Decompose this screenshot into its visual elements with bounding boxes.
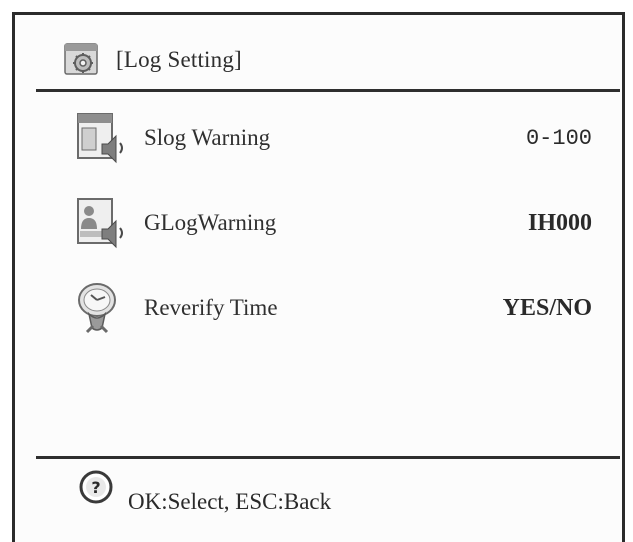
header-divider (36, 89, 620, 92)
slog-warning-icon (77, 113, 123, 164)
reverify-time-icon (78, 283, 116, 334)
header: [Log Setting] (62, 40, 242, 80)
menu-item-value: YES/NO (502, 294, 592, 321)
menu-item-value: 0-100 (525, 125, 592, 151)
menu-item-value: IH000 (527, 209, 592, 236)
svg-text:?: ? (91, 478, 100, 497)
menu-item-reverify-time[interactable]: Reverify Time YES/NO (72, 280, 592, 336)
menu-item-label: GLogWarning (144, 210, 277, 235)
footer: ? OK:Select, ESC:Back (78, 470, 331, 520)
footer-divider (36, 456, 620, 459)
help-icon: ? (79, 470, 113, 504)
menu-item-label: Reverify Time (144, 295, 278, 320)
menu-item-slog-warning[interactable]: Slog Warning 0-100 (72, 110, 592, 166)
log-setting-icon (64, 43, 98, 75)
menu-item-label: Slog Warning (144, 125, 271, 150)
menu-item-glog-warning[interactable]: GLogWarning IH000 (72, 195, 592, 251)
glog-warning-icon (77, 198, 123, 249)
page-title: [Log Setting] (116, 47, 242, 72)
footer-hint: OK:Select, ESC:Back (128, 489, 332, 514)
